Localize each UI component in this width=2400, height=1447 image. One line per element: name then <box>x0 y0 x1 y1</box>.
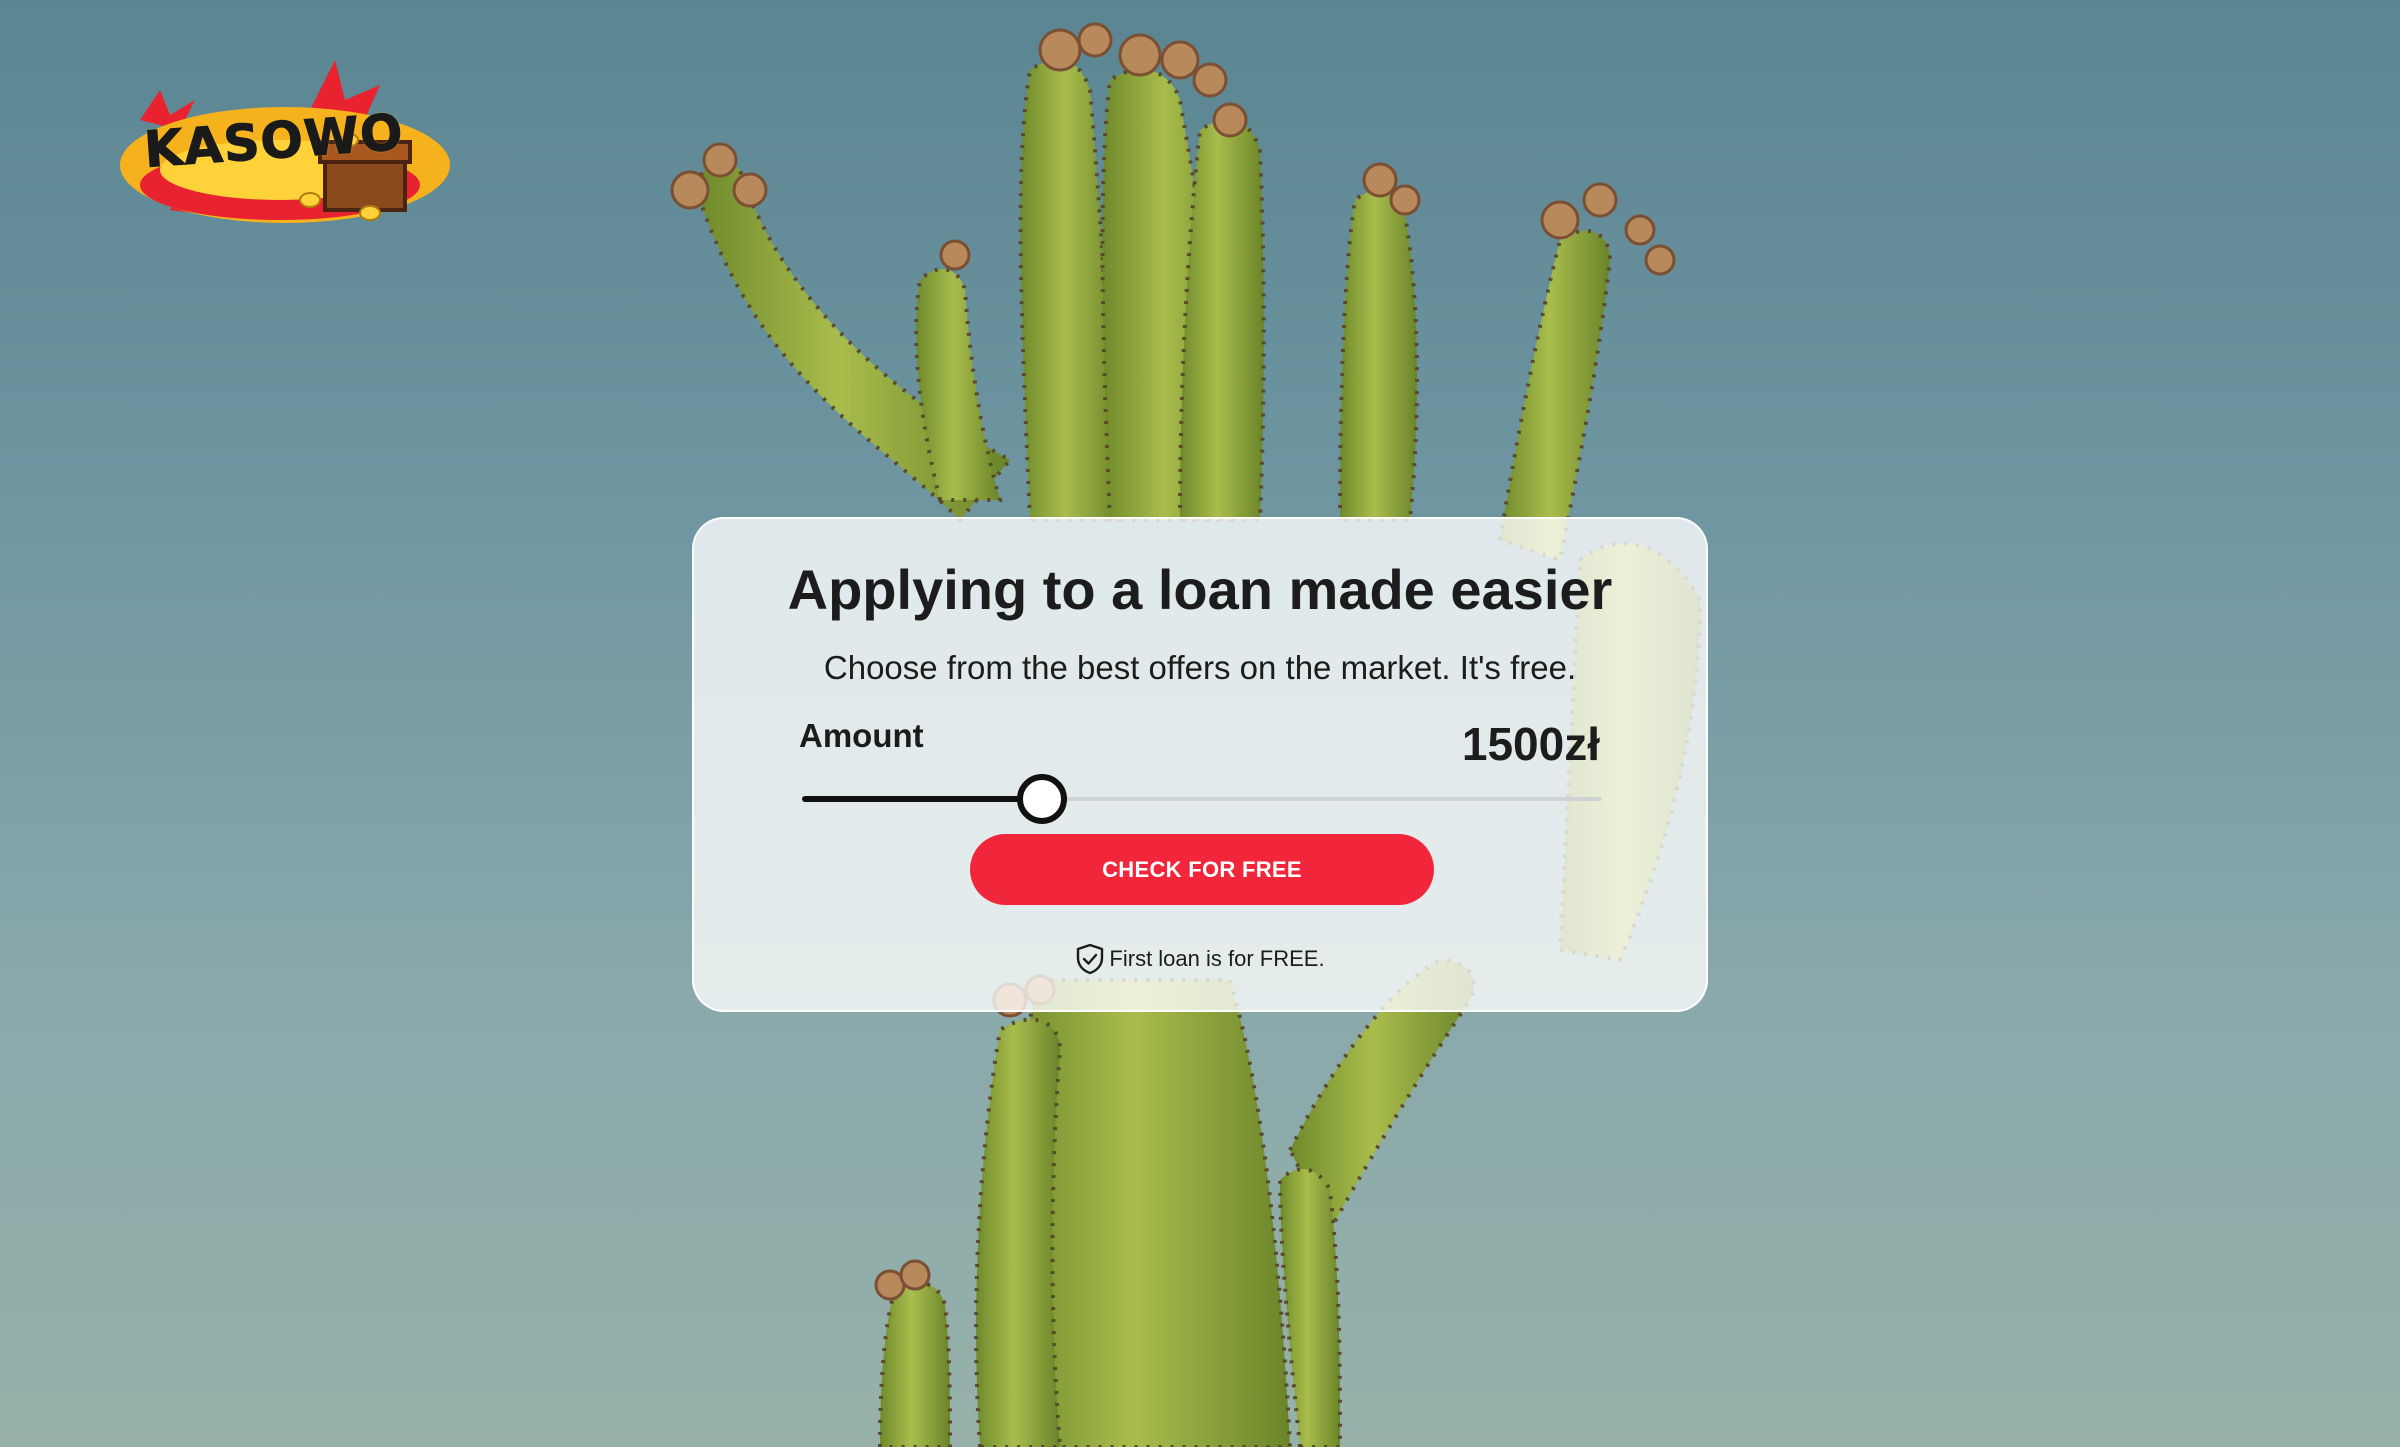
note-text: First loan is for FREE. <box>1109 946 1325 971</box>
amount-label: Amount <box>799 717 924 754</box>
hero-title: Applying to a loan made easier <box>787 558 1613 621</box>
hero-subtitle: Choose from the best offers on the marke… <box>823 649 1577 686</box>
shield-check-icon <box>1077 943 1104 975</box>
amount-value: 1500zł <box>1461 718 1600 770</box>
landing-page: KASOWO Applying to a loan made easier Ch… <box>0 0 2400 1447</box>
amount-slider[interactable] <box>802 774 1602 824</box>
slider-fill <box>802 796 1042 802</box>
slider-thumb[interactable] <box>1017 774 1067 824</box>
kasowo-logo[interactable]: KASOWO <box>110 50 460 240</box>
free-first-loan-note: First loan is for FREE. <box>694 943 1706 981</box>
check-for-free-button[interactable]: CHECK FOR FREE <box>970 834 1434 905</box>
loan-calculator-card: Applying to a loan made easier Choose fr… <box>692 517 1708 1012</box>
